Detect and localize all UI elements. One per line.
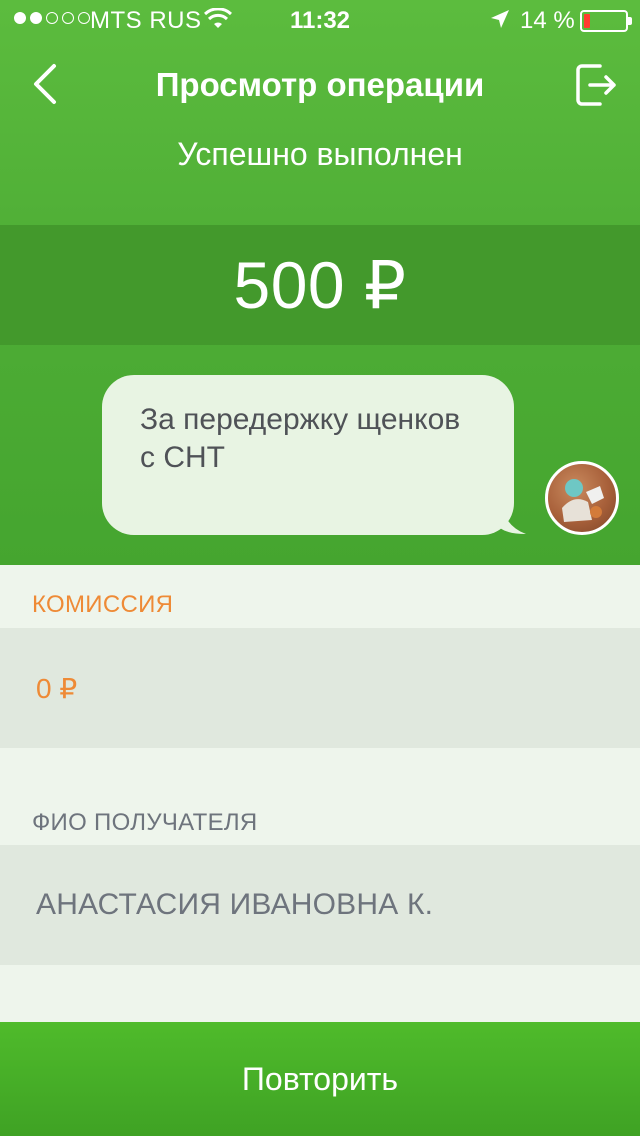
repeat-button[interactable]: Повторить	[0, 1022, 640, 1136]
section-divider	[0, 748, 640, 796]
page-title: Просмотр операции	[155, 66, 485, 103]
battery-level-fill	[584, 14, 590, 28]
battery-icon	[580, 10, 632, 32]
repeat-button-label: Повторить	[241, 1060, 399, 1097]
recipient-label: ФИО ПОЛУЧАТЕЛЯ	[0, 790, 640, 846]
location-arrow-icon	[491, 10, 509, 28]
payment-message-text: За передержку щенков с СНТ	[140, 403, 461, 474]
operation-status: Успешно выполнен	[177, 136, 463, 172]
recipient-value-row: АНАСТАСИЯ ИВАНОВНА К.	[0, 845, 640, 965]
operation-amount: 500 ₽	[233, 247, 407, 322]
bubble-tail	[500, 500, 526, 534]
recipient-avatar	[545, 461, 619, 535]
avatar-photo-icon	[562, 479, 604, 522]
logout-icon[interactable]	[572, 62, 620, 108]
payment-message-bubble: За передержку щенков с СНТ	[102, 375, 514, 535]
recipient-name: АНАСТАСИЯ ИВАНОВНА К.	[36, 888, 434, 921]
status-bar: MTS RUS 11:32 14 %	[0, 0, 640, 40]
battery-percent: 14 %	[520, 7, 575, 34]
fee-value: 0 ₽	[36, 672, 78, 704]
section-divider	[0, 965, 640, 1022]
fee-label: КОМИССИЯ	[0, 565, 640, 629]
amount-band: 500 ₽	[0, 225, 640, 345]
fee-value-row: 0 ₽	[0, 628, 640, 748]
